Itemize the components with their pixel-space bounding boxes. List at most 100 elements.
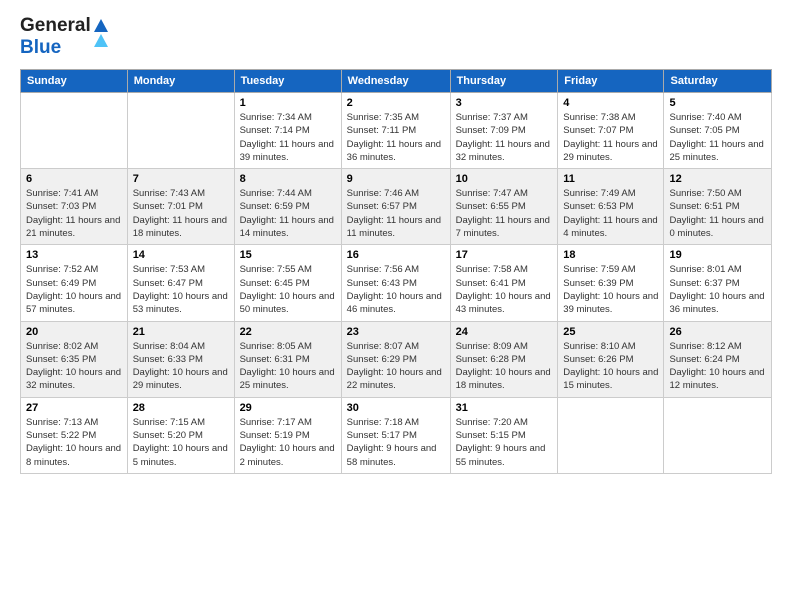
day-number: 23	[347, 326, 445, 338]
calendar-cell: 29 Sunrise: 7:17 AM Sunset: 5:19 PM Dayli…	[234, 397, 341, 473]
day-number: 22	[240, 326, 336, 338]
calendar-cell	[664, 397, 772, 473]
day-of-week-header: Saturday	[664, 70, 772, 93]
calendar-cell	[127, 93, 234, 169]
calendar-table: SundayMondayTuesdayWednesdayThursdayFrid…	[20, 69, 772, 474]
calendar-cell: 18 Sunrise: 7:59 AM Sunset: 6:39 PM Dayli…	[558, 245, 664, 321]
calendar-cell	[558, 397, 664, 473]
day-number: 12	[669, 173, 766, 185]
calendar-cell: 16Sunrise: 7:56 AM Sunset: 6:43 PM Dayli…	[341, 245, 450, 321]
calendar-week-row: 6Sunrise: 7:41 AM Sunset: 7:03 PM Daylig…	[21, 169, 772, 245]
day-number: 14	[133, 249, 229, 261]
day-of-week-header: Monday	[127, 70, 234, 93]
day-info: Sunrise: 8:02 AM Sunset: 6:35 PM Dayligh…	[26, 340, 122, 393]
logo: General Blue	[20, 15, 108, 59]
day-info: Sunrise: 7:58 AM Sunset: 6:41 PM Dayligh…	[456, 263, 553, 316]
day-info: Sunrise: 7:47 AM Sunset: 6:55 PM Dayligh…	[456, 187, 553, 240]
day-info: Sunrise: 8:10 AM Sunset: 6:26 PM Dayligh…	[563, 340, 658, 393]
day-info: Sunrise: 7:41 AM Sunset: 7:03 PM Dayligh…	[26, 187, 122, 240]
calendar-week-row: 20 Sunrise: 8:02 AM Sunset: 6:35 PM Dayli…	[21, 321, 772, 397]
calendar-cell: 17Sunrise: 7:58 AM Sunset: 6:41 PM Dayli…	[450, 245, 558, 321]
calendar-cell: 31 Sunrise: 7:20 AM Sunset: 5:15 PM Dayli…	[450, 397, 558, 473]
calendar-cell: 25 Sunrise: 8:10 AM Sunset: 6:26 PM Dayli…	[558, 321, 664, 397]
day-info: Sunrise: 7:34 AM Sunset: 7:14 PM Dayligh…	[240, 111, 336, 164]
day-info: Sunrise: 7:43 AM Sunset: 7:01 PM Dayligh…	[133, 187, 229, 240]
day-of-week-header: Tuesday	[234, 70, 341, 93]
day-number: 19	[669, 249, 766, 261]
day-number: 27	[26, 402, 122, 414]
calendar-cell: 28Sunrise: 7:15 AM Sunset: 5:20 PM Dayli…	[127, 397, 234, 473]
day-info: Sunrise: 7:35 AM Sunset: 7:11 PM Dayligh…	[347, 111, 445, 164]
calendar-cell: 14 Sunrise: 7:53 AM Sunset: 6:47 PM Dayli…	[127, 245, 234, 321]
day-info: Sunrise: 7:17 AM Sunset: 5:19 PM Dayligh…	[240, 416, 336, 469]
day-number: 2	[347, 97, 445, 109]
day-number: 24	[456, 326, 553, 338]
day-of-week-header: Friday	[558, 70, 664, 93]
day-number: 7	[133, 173, 229, 185]
day-number: 20	[26, 326, 122, 338]
calendar-cell: 22Sunrise: 8:05 AM Sunset: 6:31 PM Dayli…	[234, 321, 341, 397]
calendar-cell: 26 Sunrise: 8:12 AM Sunset: 6:24 PM Dayli…	[664, 321, 772, 397]
day-number: 1	[240, 97, 336, 109]
calendar-cell: 4 Sunrise: 7:38 AM Sunset: 7:07 PM Daylig…	[558, 93, 664, 169]
day-info: Sunrise: 7:52 AM Sunset: 6:49 PM Dayligh…	[26, 263, 122, 316]
calendar-cell: 2 Sunrise: 7:35 AM Sunset: 7:11 PM Daylig…	[341, 93, 450, 169]
day-info: Sunrise: 7:53 AM Sunset: 6:47 PM Dayligh…	[133, 263, 229, 316]
day-number: 9	[347, 173, 445, 185]
calendar-cell: 6Sunrise: 7:41 AM Sunset: 7:03 PM Daylig…	[21, 169, 128, 245]
header: General Blue	[20, 15, 772, 59]
day-info: Sunrise: 7:13 AM Sunset: 5:22 PM Dayligh…	[26, 416, 122, 469]
day-number: 8	[240, 173, 336, 185]
day-number: 4	[563, 97, 658, 109]
day-number: 5	[669, 97, 766, 109]
day-number: 11	[563, 173, 658, 185]
calendar-cell: 30 Sunrise: 7:18 AM Sunset: 5:17 PM Dayli…	[341, 397, 450, 473]
day-info: Sunrise: 7:40 AM Sunset: 7:05 PM Dayligh…	[669, 111, 766, 164]
day-of-week-header: Thursday	[450, 70, 558, 93]
logo-triangle-top	[94, 19, 108, 32]
calendar-cell: 23 Sunrise: 8:07 AM Sunset: 6:29 PM Dayli…	[341, 321, 450, 397]
day-info: Sunrise: 7:56 AM Sunset: 6:43 PM Dayligh…	[347, 263, 445, 316]
day-number: 30	[347, 402, 445, 414]
calendar-cell: 11 Sunrise: 7:49 AM Sunset: 6:53 PM Dayli…	[558, 169, 664, 245]
logo-text: General Blue	[20, 15, 91, 59]
calendar-week-row: 1 Sunrise: 7:34 AM Sunset: 7:14 PM Daylig…	[21, 93, 772, 169]
calendar-week-row: 27 Sunrise: 7:13 AM Sunset: 5:22 PM Dayli…	[21, 397, 772, 473]
day-of-week-header: Wednesday	[341, 70, 450, 93]
day-number: 25	[563, 326, 658, 338]
day-info: Sunrise: 8:04 AM Sunset: 6:33 PM Dayligh…	[133, 340, 229, 393]
day-info: Sunrise: 7:59 AM Sunset: 6:39 PM Dayligh…	[563, 263, 658, 316]
calendar-cell: 24Sunrise: 8:09 AM Sunset: 6:28 PM Dayli…	[450, 321, 558, 397]
day-info: Sunrise: 7:49 AM Sunset: 6:53 PM Dayligh…	[563, 187, 658, 240]
calendar-header-row: SundayMondayTuesdayWednesdayThursdayFrid…	[21, 70, 772, 93]
day-info: Sunrise: 8:12 AM Sunset: 6:24 PM Dayligh…	[669, 340, 766, 393]
day-info: Sunrise: 8:07 AM Sunset: 6:29 PM Dayligh…	[347, 340, 445, 393]
day-number: 3	[456, 97, 553, 109]
day-number: 29	[240, 402, 336, 414]
logo-triangle-bottom	[94, 34, 108, 47]
day-number: 13	[26, 249, 122, 261]
day-info: Sunrise: 7:15 AM Sunset: 5:20 PM Dayligh…	[133, 416, 229, 469]
calendar-cell: 5 Sunrise: 7:40 AM Sunset: 7:05 PM Daylig…	[664, 93, 772, 169]
day-number: 15	[240, 249, 336, 261]
calendar-cell: 27 Sunrise: 7:13 AM Sunset: 5:22 PM Dayli…	[21, 397, 128, 473]
calendar-cell: 21Sunrise: 8:04 AM Sunset: 6:33 PM Dayli…	[127, 321, 234, 397]
calendar-cell: 19 Sunrise: 8:01 AM Sunset: 6:37 PM Dayli…	[664, 245, 772, 321]
calendar-cell	[21, 93, 128, 169]
calendar-cell: 7 Sunrise: 7:43 AM Sunset: 7:01 PM Daylig…	[127, 169, 234, 245]
day-number: 26	[669, 326, 766, 338]
day-number: 31	[456, 402, 553, 414]
day-info: Sunrise: 7:18 AM Sunset: 5:17 PM Dayligh…	[347, 416, 445, 469]
day-number: 10	[456, 173, 553, 185]
calendar-week-row: 13 Sunrise: 7:52 AM Sunset: 6:49 PM Dayli…	[21, 245, 772, 321]
day-info: Sunrise: 7:38 AM Sunset: 7:07 PM Dayligh…	[563, 111, 658, 164]
day-info: Sunrise: 7:44 AM Sunset: 6:59 PM Dayligh…	[240, 187, 336, 240]
day-info: Sunrise: 7:20 AM Sunset: 5:15 PM Dayligh…	[456, 416, 553, 469]
day-of-week-header: Sunday	[21, 70, 128, 93]
calendar-cell: 9 Sunrise: 7:46 AM Sunset: 6:57 PM Daylig…	[341, 169, 450, 245]
day-info: Sunrise: 7:46 AM Sunset: 6:57 PM Dayligh…	[347, 187, 445, 240]
calendar-cell: 8 Sunrise: 7:44 AM Sunset: 6:59 PM Daylig…	[234, 169, 341, 245]
day-info: Sunrise: 8:01 AM Sunset: 6:37 PM Dayligh…	[669, 263, 766, 316]
calendar-cell: 13 Sunrise: 7:52 AM Sunset: 6:49 PM Dayli…	[21, 245, 128, 321]
day-number: 18	[563, 249, 658, 261]
